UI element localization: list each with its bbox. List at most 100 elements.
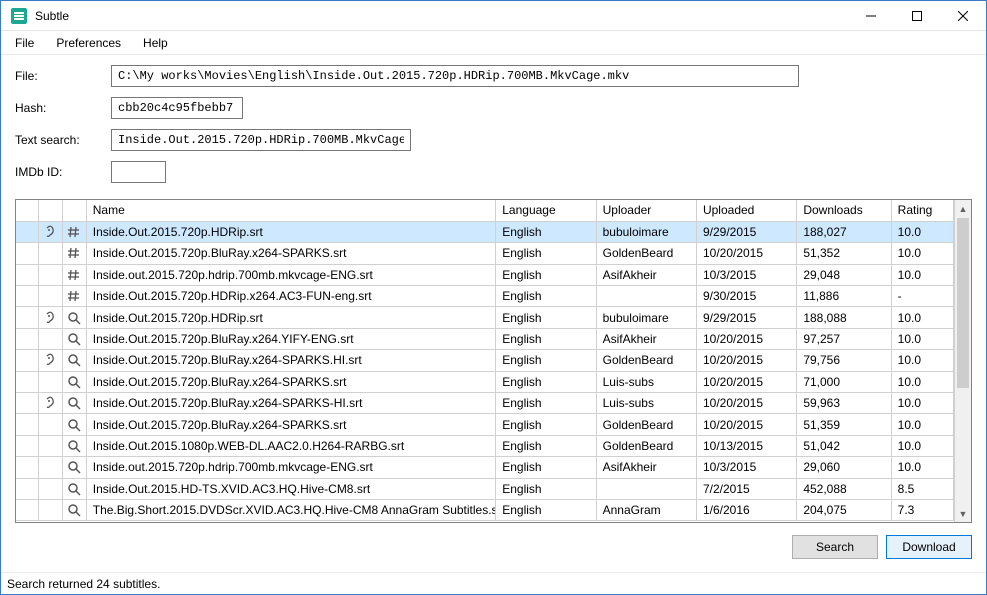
hearing-impaired-icon	[38, 393, 62, 414]
cell-language: English	[496, 328, 596, 349]
col-rating[interactable]: Rating	[891, 200, 953, 221]
cell-rating: 10.0	[891, 435, 953, 456]
cell-language: English	[496, 435, 596, 456]
status-text: Search returned 24 subtitles.	[7, 577, 160, 591]
row-blank	[16, 414, 38, 435]
cell-name: Inside.Out.2015.HD-TS.XVID.AC3.HQ.Hive-C…	[86, 478, 496, 499]
cell-name: Inside.Out.2015.720p.BluRay.x264-SPARKS.…	[86, 350, 496, 371]
cell-name: Inside.Out.2015.720p.HDRip.x264.AC3-FUN-…	[86, 286, 496, 307]
col-language[interactable]: Language	[496, 200, 596, 221]
search-button[interactable]: Search	[792, 535, 878, 559]
cell-uploader: GoldenBeard	[596, 435, 696, 456]
table-row[interactable]: Inside.Out.2015.720p.BluRay.x264-SPARKS.…	[16, 243, 954, 264]
col-downloads[interactable]: Downloads	[797, 200, 891, 221]
scroll-up-arrow[interactable]: ▲	[955, 200, 971, 217]
cell-downloads: 59,963	[797, 393, 891, 414]
cell-rating: 7.3	[891, 499, 953, 520]
cell-rating: 10.0	[891, 243, 953, 264]
results-table-wrap: Name Language Uploader Uploaded Download…	[15, 199, 972, 523]
cell-downloads: 29,060	[797, 457, 891, 478]
close-button[interactable]	[940, 1, 986, 31]
cell-uploader: GoldenBeard	[596, 414, 696, 435]
app-icon	[11, 8, 27, 24]
cell-uploaded: 10/3/2015	[696, 264, 796, 285]
download-button[interactable]: Download	[886, 535, 972, 559]
cell-language: English	[496, 243, 596, 264]
cell-language: English	[496, 478, 596, 499]
cell-rating: 10.0	[891, 307, 953, 328]
cell-uploaded: 10/13/2015	[696, 435, 796, 456]
cell-language: English	[496, 371, 596, 392]
cell-language: English	[496, 393, 596, 414]
cell-uploader: AnnaGram	[596, 499, 696, 520]
hearing-impaired-icon	[38, 328, 62, 349]
results-table[interactable]: Name Language Uploader Uploaded Download…	[16, 200, 954, 521]
row-blank	[16, 221, 38, 242]
table-row[interactable]: Inside.Out.2015.720p.HDRip.srtEnglishbub…	[16, 221, 954, 242]
search-match-icon	[62, 371, 86, 392]
menu-file[interactable]: File	[5, 33, 44, 53]
search-match-icon	[62, 328, 86, 349]
cell-rating: 10.0	[891, 328, 953, 349]
table-row[interactable]: Inside.Out.2015.1080p.WEB-DL.AAC2.0.H264…	[16, 435, 954, 456]
cell-name: Inside.Out.2015.720p.BluRay.x264-SPARKS.…	[86, 371, 496, 392]
file-input[interactable]	[111, 65, 799, 87]
cell-name: The.Big.Short.2015.DVDScr.XVID.AC3.HQ.Hi…	[86, 499, 496, 520]
menu-help[interactable]: Help	[133, 33, 178, 53]
table-row[interactable]: Inside.Out.2015.720p.BluRay.x264-SPARKS.…	[16, 371, 954, 392]
search-match-icon	[62, 307, 86, 328]
col-name[interactable]: Name	[86, 200, 496, 221]
hearing-impaired-icon	[38, 499, 62, 520]
search-match-icon	[62, 478, 86, 499]
cell-uploader: AsifAkheir	[596, 457, 696, 478]
cell-uploader: GoldenBeard	[596, 350, 696, 371]
cell-name: Inside.out.2015.720p.hdrip.700mb.mkvcage…	[86, 264, 496, 285]
cell-downloads: 79,756	[797, 350, 891, 371]
hearing-impaired-icon	[38, 478, 62, 499]
cell-uploader: AsifAkheir	[596, 264, 696, 285]
cell-uploader	[596, 286, 696, 307]
search-match-icon	[62, 414, 86, 435]
cell-uploaded: 10/20/2015	[696, 350, 796, 371]
text-search-input[interactable]	[111, 129, 411, 151]
table-row[interactable]: Inside.Out.2015.720p.BluRay.x264-SPARKS-…	[16, 393, 954, 414]
cell-name: Inside.Out.2015.720p.BluRay.x264-SPARKS.…	[86, 414, 496, 435]
col-uploaded[interactable]: Uploaded	[696, 200, 796, 221]
table-row[interactable]: Inside.Out.2015.720p.BluRay.x264-SPARKS.…	[16, 350, 954, 371]
row-blank	[16, 393, 38, 414]
table-row[interactable]: The.Big.Short.2015.DVDScr.XVID.AC3.HQ.Hi…	[16, 499, 954, 520]
cell-name: Inside.Out.2015.720p.BluRay.x264.YIFY-EN…	[86, 328, 496, 349]
col-uploader[interactable]: Uploader	[596, 200, 696, 221]
menu-preferences[interactable]: Preferences	[46, 33, 131, 53]
cell-rating: -	[891, 286, 953, 307]
cell-rating: 10.0	[891, 264, 953, 285]
table-row[interactable]: Inside.out.2015.720p.hdrip.700mb.mkvcage…	[16, 457, 954, 478]
cell-name: Inside.Out.2015.720p.BluRay.x264-SPARKS.…	[86, 243, 496, 264]
table-row[interactable]: Inside.out.2015.720p.hdrip.700mb.mkvcage…	[16, 264, 954, 285]
hearing-impaired-icon	[38, 264, 62, 285]
vertical-scrollbar[interactable]: ▲ ▼	[954, 200, 971, 522]
cell-uploaded: 9/29/2015	[696, 221, 796, 242]
col-blank[interactable]	[16, 200, 38, 221]
scroll-down-arrow[interactable]: ▼	[955, 505, 971, 522]
hearing-impaired-icon	[38, 221, 62, 242]
maximize-button[interactable]	[894, 1, 940, 31]
col-match[interactable]	[62, 200, 86, 221]
search-match-icon	[62, 499, 86, 520]
table-row[interactable]: Inside.Out.2015.HD-TS.XVID.AC3.HQ.Hive-C…	[16, 478, 954, 499]
col-hi[interactable]	[38, 200, 62, 221]
hash-input[interactable]	[111, 97, 243, 119]
table-row[interactable]: Inside.Out.2015.720p.HDRip.srtEnglishbub…	[16, 307, 954, 328]
table-row[interactable]: Inside.Out.2015.720p.BluRay.x264-SPARKS.…	[16, 414, 954, 435]
cell-rating: 10.0	[891, 393, 953, 414]
table-row[interactable]: Inside.Out.2015.720p.HDRip.x264.AC3-FUN-…	[16, 286, 954, 307]
scroll-thumb[interactable]	[957, 218, 969, 388]
imdb-input[interactable]	[111, 161, 166, 183]
cell-downloads: 204,075	[797, 499, 891, 520]
cell-downloads: 188,088	[797, 307, 891, 328]
row-blank	[16, 328, 38, 349]
minimize-button[interactable]	[848, 1, 894, 31]
cell-language: English	[496, 221, 596, 242]
table-row[interactable]: Inside.Out.2015.720p.BluRay.x264.YIFY-EN…	[16, 328, 954, 349]
cell-name: Inside.Out.2015.720p.HDRip.srt	[86, 307, 496, 328]
